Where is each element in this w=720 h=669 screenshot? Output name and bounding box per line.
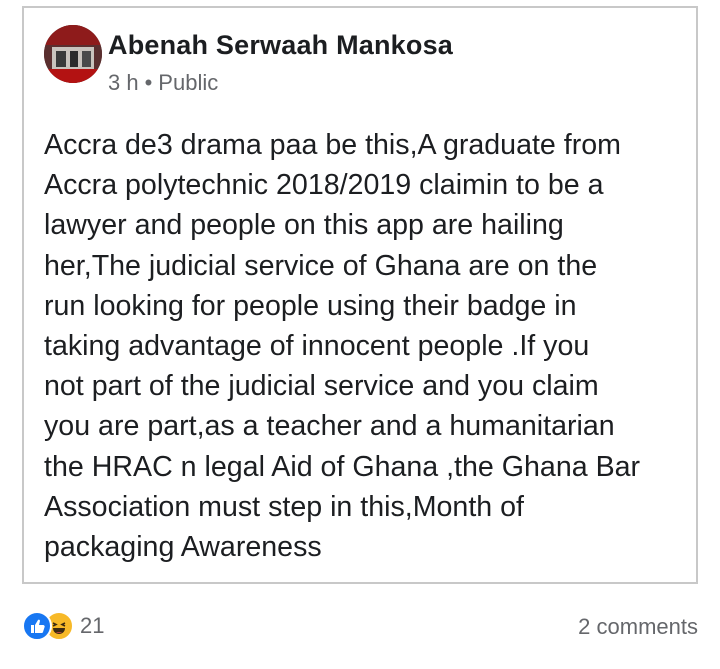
author-name[interactable]: Abenah Serwaah Mankosa (108, 30, 453, 61)
post-body: Accra de3 drama paa be this,A graduate f… (44, 129, 641, 564)
avatar[interactable] (44, 25, 102, 83)
comments-count-link[interactable]: 2 comments (578, 614, 698, 640)
like-icon (22, 611, 52, 641)
post-meta: 3 h • Public (108, 70, 218, 96)
reactions-summary[interactable]: 21 (22, 611, 104, 641)
post-audience: Public (158, 70, 219, 95)
avatar-image (44, 25, 102, 83)
post-time[interactable]: 3 h (108, 70, 139, 96)
reaction-count: 21 (80, 613, 105, 638)
meta-separator: • (144, 70, 153, 95)
page: Abenah Serwaah Mankosa 3 h • Public Accra … (0, 0, 720, 669)
thumbs-up-icon (31, 619, 45, 633)
post-card: Abenah Serwaah Mankosa 3 h • Public Accra … (22, 6, 698, 584)
